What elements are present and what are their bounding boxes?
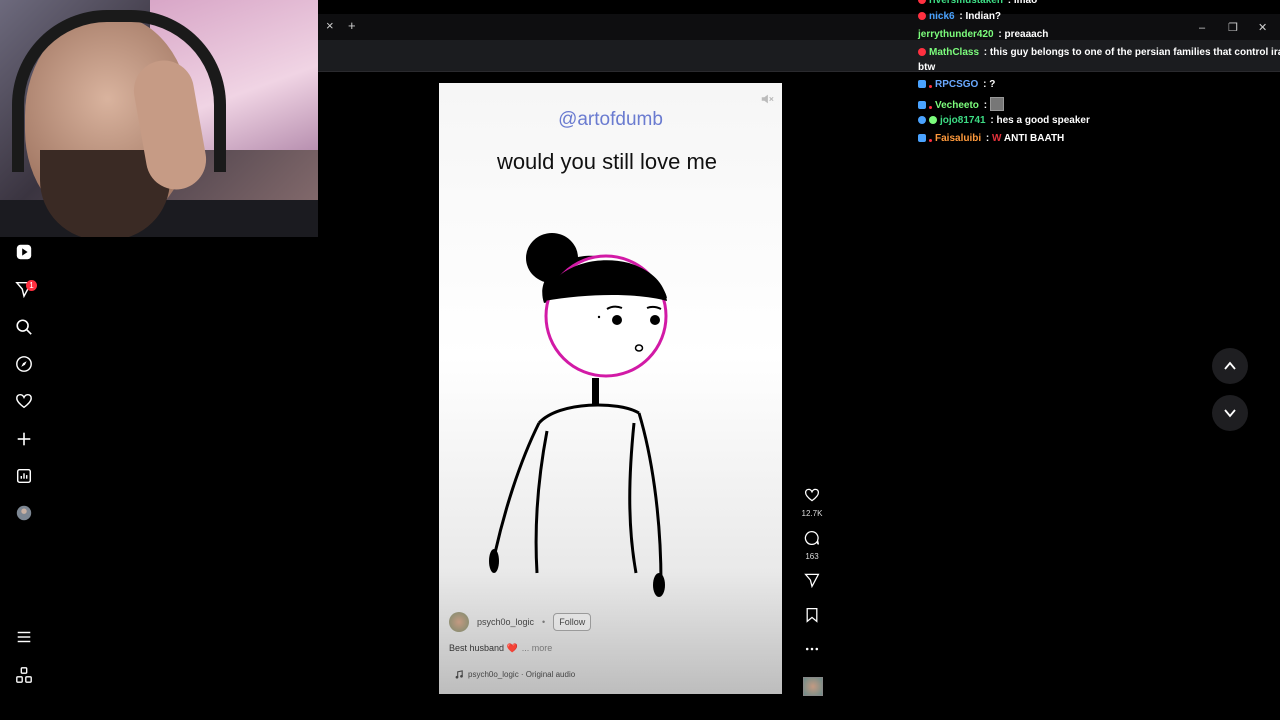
music-note-icon — [455, 670, 463, 679]
share-icon[interactable] — [804, 572, 820, 589]
next-reel-button[interactable] — [1212, 395, 1248, 431]
chat-message-continuation: btw — [918, 62, 936, 73]
chat-message: RPCSGO : ? — [918, 79, 995, 91]
comment-icon[interactable] — [804, 530, 820, 546]
explore-icon[interactable] — [14, 354, 34, 374]
chat-separator: : — [998, 29, 1002, 40]
audio-thumbnail[interactable] — [803, 677, 823, 696]
create-icon[interactable] — [14, 429, 34, 449]
chat-message: jojo81741 : hes a good speaker — [918, 115, 1090, 127]
new-tab-button[interactable]: + — [348, 18, 356, 34]
dashboard-icon[interactable] — [14, 466, 34, 486]
headset — [12, 10, 226, 172]
follow-button[interactable]: Follow — [553, 613, 592, 631]
chat-text: lmao — [1013, 0, 1038, 6]
chevron-up-icon — [1224, 361, 1236, 370]
minimize-button[interactable]: – — [1199, 20, 1205, 36]
author-name[interactable]: psych0o_logic — [477, 617, 534, 627]
chat-message: Faisaluibi : W ANTI BAATH — [918, 133, 1064, 145]
more-options-action[interactable] — [800, 641, 824, 662]
more-dots-icon[interactable] — [804, 641, 820, 657]
comment-action[interactable]: 163 — [800, 530, 824, 561]
chat-message: riversmustaken : lmao — [918, 0, 1037, 7]
audio-label: psych0o_logic · Original audio — [468, 670, 576, 679]
search-icon[interactable] — [14, 317, 34, 337]
chat-separator: : — [959, 11, 963, 22]
heart-icon[interactable] — [804, 487, 820, 503]
chat-separator: : — [983, 100, 988, 111]
chat-separator: : — [990, 115, 994, 126]
chat-username: nick6 — [929, 11, 955, 22]
previous-reel-button[interactable] — [1212, 348, 1248, 384]
messages-badge: 1 — [26, 280, 37, 291]
chat-separator: : — [983, 47, 988, 58]
restore-button[interactable]: ❐ — [1228, 20, 1238, 36]
chat-text: ? — [989, 79, 996, 90]
reel-overlay-caption: would you still love me — [496, 149, 718, 174]
chat-separator: : — [983, 79, 987, 90]
chat-emote — [989, 97, 1004, 111]
more-link[interactable]: ... more — [522, 643, 553, 653]
chat-text: this guy belongs to one of the persian f… — [989, 47, 1280, 58]
chat-username: RPCSGO — [935, 79, 979, 90]
chat-text: Indian? — [965, 11, 1002, 22]
notifications-icon[interactable] — [14, 391, 34, 411]
profile-avatar[interactable] — [14, 503, 34, 523]
chat-separator: : — [985, 133, 990, 144]
chevron-down-icon — [1224, 409, 1236, 418]
reel-video[interactable]: @artofdumb would you still love me psych… — [439, 83, 782, 694]
chat-username: riversmustaken — [929, 0, 1003, 6]
reel-description: Best husband ❤️ ... more — [449, 643, 552, 654]
meta-icon[interactable] — [14, 665, 34, 685]
chat-username: MathClass — [929, 47, 980, 58]
chat-message: jerrythunder420 : preaaach — [918, 29, 1048, 41]
like-action[interactable]: 12.7K — [800, 487, 824, 518]
chat-text: ANTI BAATH — [1003, 133, 1065, 144]
chat-text: preaaach — [1004, 29, 1049, 40]
like-count: 12.7K — [801, 509, 823, 518]
audio-row[interactable]: psych0o_logic · Original audio — [455, 670, 575, 679]
author-separator: • — [542, 617, 546, 627]
share-action[interactable] — [800, 572, 824, 593]
save-action[interactable] — [800, 607, 824, 628]
chat-username: Vecheeto — [935, 100, 979, 111]
reel-author-row: psych0o_logic • Follow — [449, 612, 592, 632]
window-close-button[interactable]: ✕ — [1258, 20, 1267, 36]
bookmark-icon[interactable] — [804, 607, 820, 623]
browser-tab-bar — [318, 14, 1280, 40]
chat-text: hes a good speaker — [996, 115, 1090, 126]
cartoon-figure — [489, 233, 668, 597]
chat-message: MathClass : this guy belongs to one of t… — [918, 47, 1280, 59]
chat-emote-w: W — [992, 133, 1002, 144]
reel-overlay-handle: @artofdumb — [558, 109, 663, 130]
menu-icon[interactable] — [14, 627, 34, 647]
chat-separator: : — [1007, 0, 1012, 6]
chat-username: Faisaluibi — [935, 133, 982, 144]
chat-username: jerrythunder420 — [918, 29, 994, 40]
chat-username: jojo81741 — [940, 115, 986, 126]
mute-icon[interactable] — [760, 92, 774, 106]
description-text: Best husband ❤️ — [449, 643, 518, 653]
streamer-webcam — [0, 0, 318, 237]
chat-message: Vecheeto : — [918, 97, 1004, 112]
reels-icon[interactable] — [14, 242, 34, 262]
tab-close-button[interactable]: × — [326, 18, 334, 34]
comment-count: 163 — [805, 552, 819, 561]
chat-message: nick6 : Indian? — [918, 11, 1001, 23]
author-avatar[interactable] — [449, 612, 469, 632]
